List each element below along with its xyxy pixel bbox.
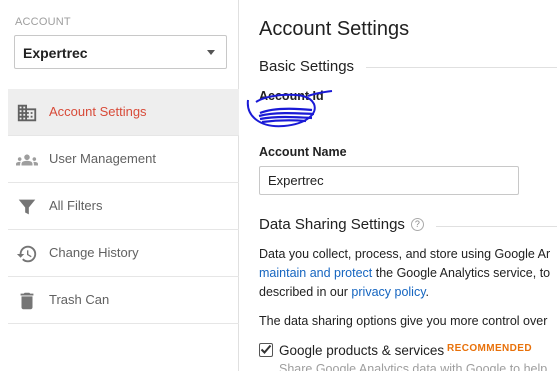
checkmark-icon	[260, 344, 272, 354]
basic-settings-heading: Basic Settings	[259, 58, 367, 75]
account-selector-value: Expertrec	[23, 45, 88, 61]
sidebar-item-label: Account Settings	[49, 104, 147, 119]
history-icon	[16, 245, 37, 263]
recommended-badge: RECOMMENDED	[447, 343, 532, 354]
data-sharing-heading-text: Data Sharing Settings	[259, 216, 405, 233]
data-sharing-description: Data you collect, process, and store usi…	[259, 245, 557, 302]
help-icon[interactable]: ?	[410, 217, 424, 231]
filter-icon	[18, 199, 36, 215]
maintain-and-protect-link[interactable]: maintain and protect	[259, 266, 372, 280]
data-sharing-options-intro: The data sharing options give you more c…	[259, 314, 548, 328]
sidebar-item-trash-can[interactable]: Trash Can	[8, 277, 239, 324]
building-icon	[17, 104, 37, 122]
sidebar-item-label: All Filters	[49, 198, 103, 213]
description-line: described in our privacy policy.	[259, 283, 557, 302]
sidebar-item-change-history[interactable]: Change History	[8, 230, 239, 277]
description-text: described in our	[259, 285, 352, 299]
description-line: Data you collect, process, and store usi…	[259, 247, 551, 261]
privacy-policy-link[interactable]: privacy policy	[351, 285, 425, 299]
description-text: .	[425, 285, 430, 299]
description-line: maintain and protect the Google Analytic…	[259, 264, 557, 283]
sidebar-item-label: User Management	[49, 151, 156, 166]
google-products-description: Share Google Analytics data with Google …	[279, 362, 548, 371]
caret-down-icon	[207, 50, 215, 55]
description-text: the Google Analytics service, to	[372, 266, 551, 280]
section-divider	[350, 67, 557, 68]
account-id-label: Account Id	[259, 89, 324, 103]
sidebar-item-label: Change History	[49, 245, 139, 260]
page-title: Account Settings	[259, 18, 410, 40]
sidebar: ACCOUNT Expertrec Account Settings User …	[0, 0, 239, 371]
account-name-label: Account Name	[259, 145, 347, 159]
account-selector[interactable]: Expertrec	[14, 35, 227, 69]
sidebar-item-user-management[interactable]: User Management	[8, 136, 239, 183]
account-label: ACCOUNT	[15, 16, 71, 28]
sidebar-item-label: Trash Can	[49, 292, 110, 307]
account-name-input[interactable]	[259, 166, 519, 195]
sidebar-item-account-settings[interactable]: Account Settings	[8, 89, 239, 136]
data-sharing-heading: Data Sharing Settings?	[259, 216, 436, 233]
main-panel: Account Settings Basic Settings Account …	[240, 0, 557, 371]
sidebar-nav: Account Settings User Management All Fil…	[8, 89, 239, 324]
sidebar-item-all-filters[interactable]: All Filters	[8, 183, 239, 230]
section-divider	[436, 226, 557, 227]
trash-icon	[20, 292, 34, 310]
google-products-label: Google products & services	[279, 343, 445, 358]
people-icon	[16, 154, 38, 166]
google-products-checkbox[interactable]	[259, 343, 273, 357]
